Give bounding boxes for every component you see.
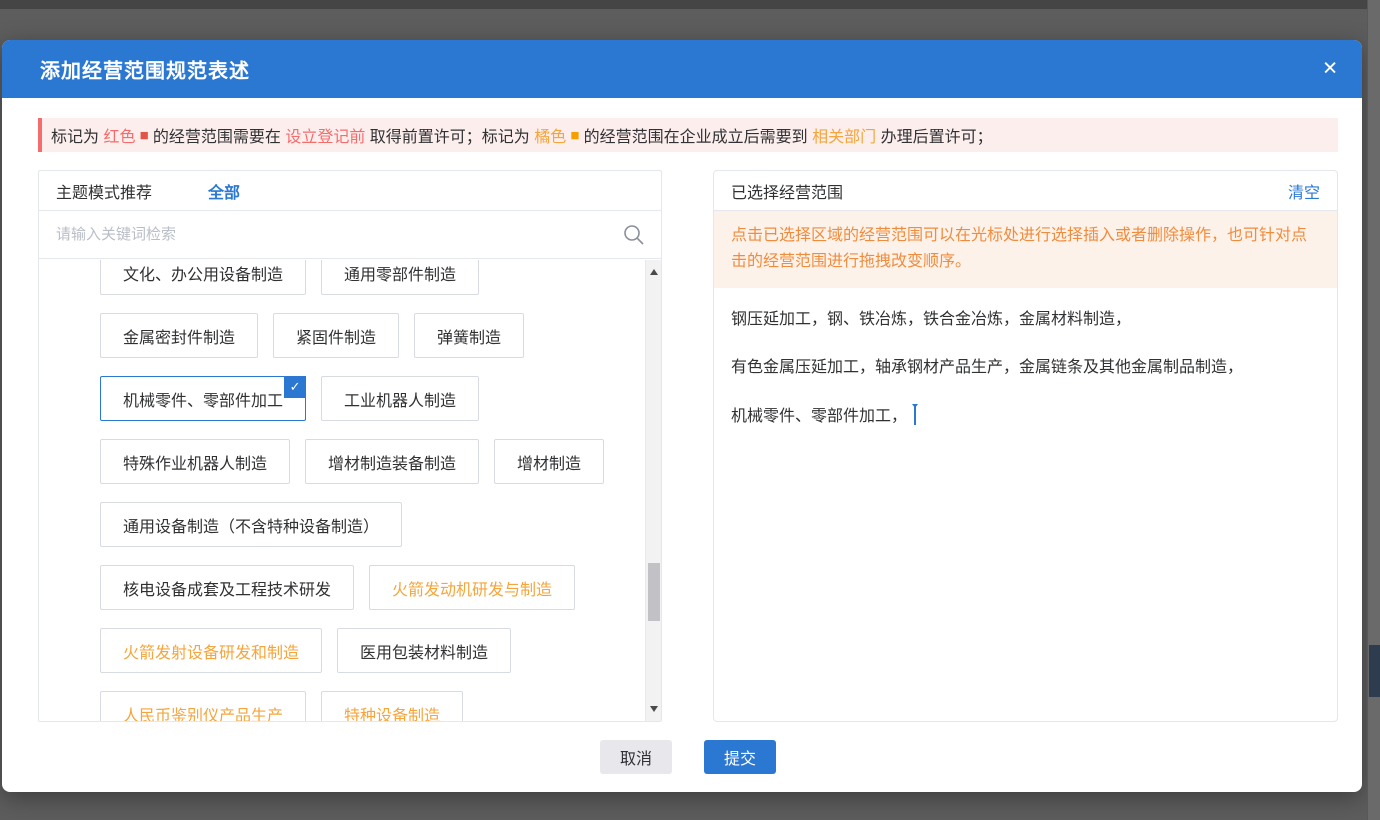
tag-row: 人民币鉴别仪产品生产特种设备制造 (100, 691, 621, 721)
page-background: 添加经营范围规范表述 ✕ 标记为 红色 ■ 的经营范围需要在 设立登记前 取得前… (0, 0, 1380, 820)
scope-tag-button[interactable]: 火箭发射设备研发和制造 (100, 628, 322, 673)
scope-tag-button[interactable]: 紧固件制造 (273, 313, 399, 358)
red-square-icon: ■ (135, 127, 152, 144)
legend-text-segment: 取得前置许可；标记为 (365, 123, 534, 147)
legend-text-segment: 橘色 (534, 123, 566, 147)
search-bar (39, 211, 661, 259)
legend-text-segment: 相关部门 (812, 123, 876, 147)
scrollbar-down-arrow-icon[interactable] (646, 701, 661, 717)
scope-tag-button[interactable]: 工业机器人制造 (321, 376, 479, 421)
search-input[interactable] (39, 211, 661, 258)
close-icon[interactable]: ✕ (1322, 60, 1338, 79)
legend-text-segment: 标记为 (51, 123, 103, 147)
legend-text-segment: 的经营范围在企业成立后需要到 (584, 123, 812, 147)
scope-tag-button[interactable]: 特种设备制造 (321, 691, 463, 721)
window-scrollbar[interactable] (1367, 0, 1380, 820)
tag-row: 通用设备制造（不含特种设备制造） (100, 502, 621, 547)
selected-scope-line[interactable]: 有色金属压延加工，轴承钢材产品生产，金属链条及其他金属制品制造， (731, 358, 1320, 378)
scope-tag-button[interactable]: 医用包装材料制造 (337, 628, 511, 673)
submit-button[interactable]: 提交 (704, 740, 776, 774)
search-icon[interactable] (622, 223, 646, 247)
scope-tag-button[interactable]: 弹簧制造 (414, 313, 524, 358)
scrollbar-thumb[interactable] (648, 563, 660, 621)
tag-row: 金属密封件制造紧固件制造弹簧制造 (100, 313, 621, 358)
scope-tag-list: 文化、办公用设备制造通用零部件制造金属密封件制造紧固件制造弹簧制造机械零件、零部… (39, 260, 661, 721)
scope-tag-button[interactable]: 金属密封件制造 (100, 313, 258, 358)
checkmark-icon: ✓ (284, 376, 306, 398)
page-top-strip (0, 0, 1380, 9)
window-scrollbar-thumb[interactable] (1369, 645, 1380, 697)
orange-square-icon: ■ (566, 127, 583, 144)
catalog-tabs: 主题模式推荐 全部 (39, 171, 661, 211)
text-caret (914, 406, 916, 425)
tag-row: 火箭发射设备研发和制造医用包装材料制造 (100, 628, 621, 673)
modal-header: 添加经营范围规范表述 ✕ (2, 40, 1362, 98)
scope-tag-button[interactable]: 核电设备成套及工程技术研发 (100, 565, 354, 610)
legend-notice-bar: 标记为 红色 ■ 的经营范围需要在 设立登记前 取得前置许可；标记为 橘色 ■ … (38, 118, 1338, 152)
scope-tag-button[interactable]: 增材制造装备制造 (305, 439, 479, 484)
tag-row: 文化、办公用设备制造通用零部件制造 (100, 260, 621, 295)
legend-text-segment: 设立登记前 (285, 123, 365, 147)
tab-theme-recommend[interactable]: 主题模式推荐 (56, 179, 152, 203)
scope-tag-button[interactable]: 增材制造 (494, 439, 604, 484)
legend-text-segment: 办理后置许可； (876, 123, 992, 147)
selected-scope-line[interactable]: 钢压延加工，钢、铁冶炼，铁合金冶炼，金属材料制造， (731, 310, 1320, 330)
scope-tag-button[interactable]: 通用零部件制造 (321, 260, 479, 295)
legend-text-segment: 的经营范围需要在 (153, 123, 285, 147)
clear-all-link[interactable]: 清空 (1288, 179, 1320, 203)
selected-panel-title: 已选择经营范围 (731, 179, 843, 203)
scope-tag-button[interactable]: 特殊作业机器人制造 (100, 439, 290, 484)
scope-tag-button[interactable]: 机械零件、零部件加工✓ (100, 376, 306, 421)
selected-scope-line[interactable]: 机械零件、零部件加工， (731, 406, 1320, 427)
scope-tag-button[interactable]: 人民币鉴别仪产品生产 (100, 691, 306, 721)
list-scrollbar[interactable] (645, 260, 661, 721)
selected-scope-editor[interactable]: 钢压延加工，钢、铁冶炼，铁合金冶炼，金属材料制造， 有色金属压延加工，轴承钢材产品… (714, 288, 1337, 427)
scope-catalog-panel: 主题模式推荐 全部 文化、办公用设备制造通用零部件制造金属密封件制造紧固件制造弹… (38, 170, 662, 722)
scope-tag-button[interactable]: 通用设备制造（不含特种设备制造） (100, 502, 402, 547)
tag-row: 核电设备成套及工程技术研发火箭发动机研发与制造 (100, 565, 621, 610)
scrollbar-up-arrow-icon[interactable] (646, 264, 661, 280)
scope-tag-button[interactable]: 文化、办公用设备制造 (100, 260, 306, 295)
tab-all[interactable]: 全部 (208, 179, 240, 203)
modal-title: 添加经营范围规范表述 (40, 55, 250, 84)
tag-row: 特殊作业机器人制造增材制造装备制造增材制造 (100, 439, 621, 484)
scope-tag-button[interactable]: 火箭发动机研发与制造 (369, 565, 575, 610)
selected-panel-hint: 点击已选择区域的经营范围可以在光标处进行选择插入或者删除操作，也可针对点击的经营… (714, 211, 1337, 288)
legend-text-segment: 红色 (103, 123, 135, 147)
add-business-scope-modal: 添加经营范围规范表述 ✕ 标记为 红色 ■ 的经营范围需要在 设立登记前 取得前… (2, 40, 1362, 792)
tag-row: 机械零件、零部件加工✓ 工业机器人制造 (100, 376, 621, 421)
cancel-button[interactable]: 取消 (600, 740, 672, 774)
selected-panel-header: 已选择经营范围 清空 (714, 171, 1337, 211)
selected-scope-panel: 已选择经营范围 清空 点击已选择区域的经营范围可以在光标处进行选择插入或者删除操… (713, 170, 1338, 722)
